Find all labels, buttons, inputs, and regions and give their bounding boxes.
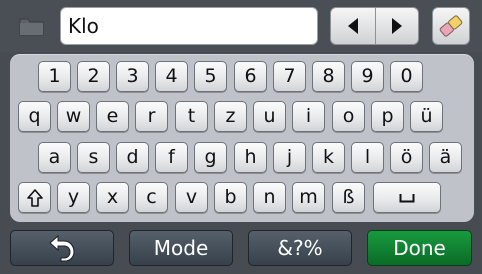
- clear-button[interactable]: [432, 7, 470, 45]
- key-i[interactable]: i: [292, 101, 325, 132]
- shift-icon: [26, 188, 43, 207]
- space-icon: [399, 193, 415, 202]
- key-v[interactable]: v: [175, 182, 208, 213]
- key-j[interactable]: j: [273, 142, 306, 173]
- key-eszett[interactable]: ß: [332, 182, 365, 213]
- key-d[interactable]: d: [116, 142, 149, 173]
- symbols-button[interactable]: &?%: [248, 230, 352, 266]
- back-arrow-icon: [49, 234, 75, 262]
- key-g[interactable]: g: [194, 142, 227, 173]
- key-t[interactable]: t: [175, 101, 208, 132]
- key-9[interactable]: 9: [351, 61, 384, 92]
- key-a-umlaut[interactable]: ä: [429, 142, 462, 173]
- key-4[interactable]: 4: [155, 61, 188, 92]
- key-y[interactable]: y: [57, 182, 90, 213]
- top-bar: Klo: [0, 0, 482, 52]
- key-7[interactable]: 7: [273, 61, 306, 92]
- key-p[interactable]: p: [371, 101, 404, 132]
- eraser-icon: [439, 15, 463, 37]
- done-button[interactable]: Done: [367, 230, 472, 266]
- key-8[interactable]: 8: [312, 61, 345, 92]
- key-o[interactable]: o: [332, 101, 365, 132]
- key-b[interactable]: b: [214, 182, 247, 213]
- key-l[interactable]: l: [351, 142, 384, 173]
- key-x[interactable]: x: [96, 182, 129, 213]
- key-h[interactable]: h: [234, 142, 267, 173]
- key-m[interactable]: m: [292, 182, 325, 213]
- arrow-right-icon: [392, 18, 402, 34]
- mode-button[interactable]: Mode: [129, 230, 233, 266]
- cursor-arrows: [330, 7, 419, 45]
- arrow-right-button[interactable]: [375, 8, 418, 44]
- key-q[interactable]: q: [18, 101, 51, 132]
- key-w[interactable]: w: [57, 101, 90, 132]
- back-button[interactable]: [10, 230, 114, 266]
- key-a[interactable]: a: [38, 142, 71, 173]
- key-o-umlaut[interactable]: ö: [390, 142, 423, 173]
- arrow-left-icon: [348, 18, 358, 34]
- key-r[interactable]: r: [135, 101, 168, 132]
- key-s[interactable]: s: [77, 142, 110, 173]
- search-input[interactable]: Klo: [60, 7, 318, 45]
- shift-key[interactable]: [18, 182, 51, 213]
- key-5[interactable]: 5: [194, 61, 227, 92]
- key-u[interactable]: u: [253, 101, 286, 132]
- key-1[interactable]: 1: [38, 61, 71, 92]
- key-6[interactable]: 6: [234, 61, 267, 92]
- space-key[interactable]: [373, 182, 441, 213]
- arrow-left-button[interactable]: [331, 8, 376, 44]
- key-0[interactable]: 0: [390, 61, 423, 92]
- key-k[interactable]: k: [312, 142, 345, 173]
- key-e[interactable]: e: [96, 101, 129, 132]
- key-3[interactable]: 3: [116, 61, 149, 92]
- key-2[interactable]: 2: [77, 61, 110, 92]
- key-n[interactable]: n: [253, 182, 286, 213]
- key-c[interactable]: c: [135, 182, 168, 213]
- key-f[interactable]: f: [155, 142, 188, 173]
- key-z[interactable]: z: [214, 101, 247, 132]
- folder-icon[interactable]: [18, 14, 46, 38]
- key-u-umlaut[interactable]: ü: [410, 101, 443, 132]
